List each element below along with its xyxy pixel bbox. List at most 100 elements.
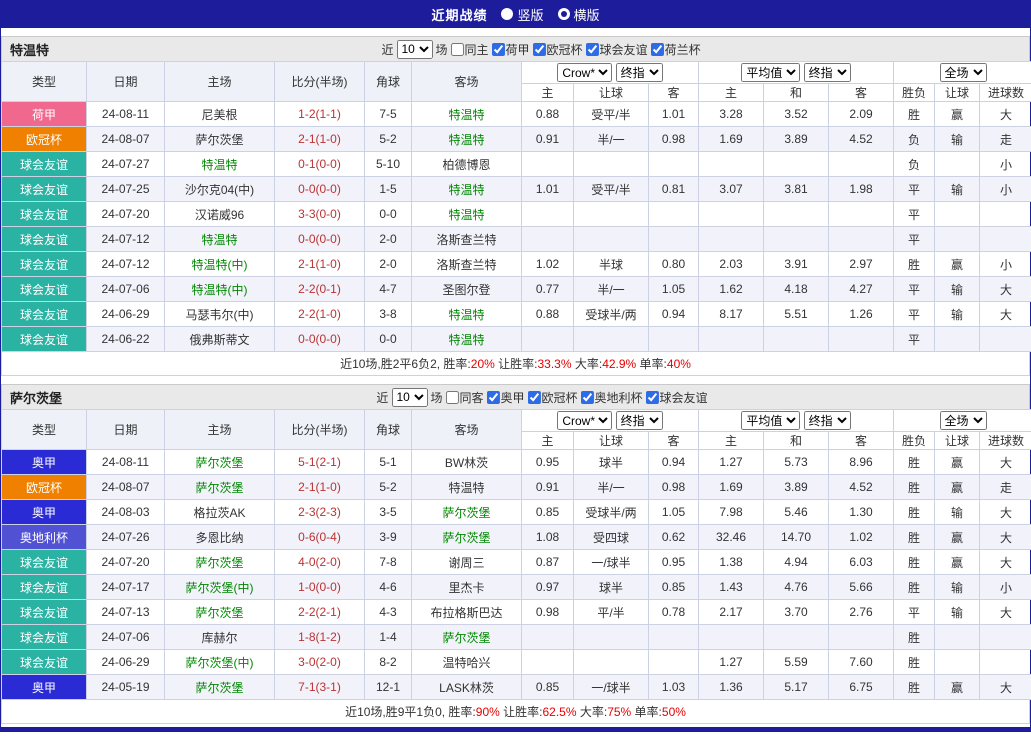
home-team[interactable]: 萨尔茨堡: [165, 550, 275, 575]
away-team: 里杰卡: [412, 575, 522, 600]
average-time-select[interactable]: 终指: [804, 411, 851, 430]
match-score[interactable]: 2-1(1-0): [275, 252, 365, 277]
handicap-line: 受球半/两: [574, 500, 649, 525]
away-team[interactable]: 萨尔茨堡: [412, 525, 522, 550]
match-score[interactable]: 0-0(0-0): [275, 177, 365, 202]
league-checkbox[interactable]: [581, 391, 594, 404]
away-team[interactable]: 特温特: [412, 302, 522, 327]
home-team[interactable]: 特温特(中): [165, 277, 275, 302]
league-checkbox[interactable]: [651, 43, 664, 56]
home-team[interactable]: 萨尔茨堡: [165, 450, 275, 475]
goals-result-cell: 走: [980, 127, 1031, 152]
match-score[interactable]: 2-3(2-3): [275, 500, 365, 525]
home-team[interactable]: 萨尔茨堡: [165, 675, 275, 700]
match-score[interactable]: 0-0(0-0): [275, 227, 365, 252]
average-select[interactable]: 平均值: [741, 63, 800, 82]
match-score[interactable]: 2-2(1-0): [275, 302, 365, 327]
away-team[interactable]: 特温特: [412, 327, 522, 352]
league-checkbox[interactable]: [646, 391, 659, 404]
league-checkbox[interactable]: [533, 43, 546, 56]
away-team[interactable]: 特温特: [412, 177, 522, 202]
match-score[interactable]: 4-0(2-0): [275, 550, 365, 575]
league-filter[interactable]: 荷甲: [492, 41, 530, 58]
bookmaker-select[interactable]: Crow*: [557, 411, 612, 430]
same-venue-filter[interactable]: 同主: [451, 41, 489, 58]
odds-time-select[interactable]: 终指: [616, 411, 663, 430]
match-score[interactable]: 1-8(1-2): [275, 625, 365, 650]
league-filter[interactable]: 欧冠杯: [533, 41, 583, 58]
match-score[interactable]: 2-2(0-1): [275, 277, 365, 302]
fulltime-select[interactable]: 全场: [940, 411, 987, 430]
match-score[interactable]: 7-1(3-1): [275, 675, 365, 700]
same-venue-checkbox[interactable]: [445, 391, 458, 404]
avg-away-odds: [829, 202, 894, 227]
league-filter[interactable]: 球会友谊: [586, 41, 648, 58]
home-team: 库赫尔: [165, 625, 275, 650]
corner-score: 8-2: [365, 650, 412, 675]
home-team[interactable]: 萨尔茨堡(中): [165, 650, 275, 675]
league-badge: 球会友谊: [2, 302, 87, 327]
odds-time-select[interactable]: 终指: [616, 63, 663, 82]
home-team[interactable]: 特温特: [165, 227, 275, 252]
handicap-rate-value: 33.3%: [537, 357, 571, 371]
away-odds: 0.85: [649, 575, 699, 600]
away-team[interactable]: 萨尔茨堡: [412, 500, 522, 525]
match-score[interactable]: 1-0(0-0): [275, 575, 365, 600]
view-option-horizontal[interactable]: 横版: [558, 5, 600, 24]
match-score[interactable]: 0-0(0-0): [275, 327, 365, 352]
result-cell: 平: [894, 327, 935, 352]
match-score[interactable]: 3-3(0-0): [275, 202, 365, 227]
league-checkbox[interactable]: [527, 391, 540, 404]
match-date: 24-07-13: [87, 600, 165, 625]
league-badge: 球会友谊: [2, 575, 87, 600]
fulltime-select[interactable]: 全场: [940, 63, 987, 82]
home-odds: 0.91: [522, 475, 574, 500]
away-team[interactable]: 特温特: [412, 102, 522, 127]
match-score[interactable]: 2-1(1-0): [275, 127, 365, 152]
odds-select-group: Crow* 终指: [522, 410, 699, 432]
subcol-handicap-result: 让球: [935, 432, 980, 450]
home-team[interactable]: 萨尔茨堡: [165, 600, 275, 625]
average-select[interactable]: 平均值: [741, 411, 800, 430]
match-score[interactable]: 0-1(0-0): [275, 152, 365, 177]
same-venue-filter[interactable]: 同客: [445, 389, 483, 406]
league-filter[interactable]: 球会友谊: [646, 389, 708, 406]
match-row: 球会友谊24-07-25沙尔克04(中)0-0(0-0)1-5特温特1.01受平…: [2, 177, 1031, 202]
result-cell: 负: [894, 127, 935, 152]
league-filter[interactable]: 奥地利杯: [581, 389, 643, 406]
match-score[interactable]: 2-1(1-0): [275, 475, 365, 500]
league-filter[interactable]: 欧冠杯: [527, 389, 577, 406]
league-checkbox[interactable]: [492, 43, 505, 56]
home-team[interactable]: 特温特: [165, 152, 275, 177]
home-team[interactable]: 萨尔茨堡: [165, 475, 275, 500]
match-score[interactable]: 1-2(1-1): [275, 102, 365, 127]
match-score[interactable]: 2-2(2-1): [275, 600, 365, 625]
goals-result-cell: [980, 202, 1031, 227]
handicap-line: 受平/半: [574, 102, 649, 127]
view-option-vertical[interactable]: 竖版: [501, 5, 543, 24]
average-time-select[interactable]: 终指: [804, 63, 851, 82]
match-score[interactable]: 3-0(2-0): [275, 650, 365, 675]
bookmaker-select[interactable]: Crow*: [557, 63, 612, 82]
match-score[interactable]: 0-6(0-4): [275, 525, 365, 550]
home-team[interactable]: 特温特(中): [165, 252, 275, 277]
league-filter[interactable]: 荷兰杯: [651, 41, 701, 58]
col-date: 日期: [87, 62, 165, 102]
match-date: 24-06-29: [87, 302, 165, 327]
league-checkbox[interactable]: [586, 43, 599, 56]
match-score[interactable]: 5-1(2-1): [275, 450, 365, 475]
away-odds: 0.62: [649, 525, 699, 550]
league-filter[interactable]: 奥甲: [486, 389, 524, 406]
home-team[interactable]: 萨尔茨堡(中): [165, 575, 275, 600]
league-checkbox[interactable]: [486, 391, 499, 404]
away-team[interactable]: 萨尔茨堡: [412, 625, 522, 650]
away-team[interactable]: 特温特: [412, 127, 522, 152]
match-count-select[interactable]: 10: [396, 40, 432, 59]
same-venue-checkbox[interactable]: [451, 43, 464, 56]
avg-home-odds: [699, 327, 764, 352]
odd-rate-value: 50%: [662, 705, 686, 719]
match-count-select[interactable]: 10: [391, 388, 427, 407]
away-team[interactable]: 特温特: [412, 202, 522, 227]
team-section-salzburg: 萨尔茨堡 近 10 场 同客 奥甲 欧冠杯: [1, 384, 1030, 724]
home-odds: 1.01: [522, 177, 574, 202]
